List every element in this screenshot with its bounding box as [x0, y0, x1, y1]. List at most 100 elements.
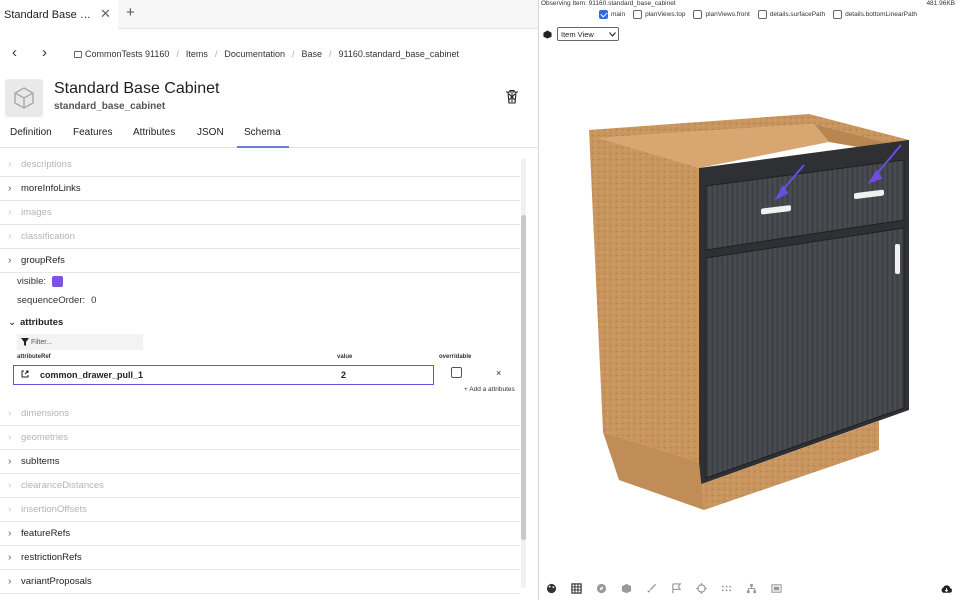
chevron-down-icon: [609, 31, 616, 37]
layer-toggle-details-bottomLinearPath[interactable]: details.bottomLinearPath: [833, 10, 917, 19]
target-icon[interactable]: [695, 582, 708, 595]
layer-checkbox[interactable]: [633, 10, 643, 19]
attribute-row[interactable]: common_drawer_pull_1 2: [13, 365, 434, 385]
tab-definition[interactable]: Definition: [10, 127, 52, 138]
visible-checkbox[interactable]: [52, 276, 64, 287]
panel-tabs: Definition Features Attributes JSON Sche…: [0, 124, 538, 148]
column-value: value: [337, 354, 353, 360]
layer-checkbox[interactable]: [833, 10, 843, 19]
navigation-bar: ‹ › CommonTests 91160 / Items / Document…: [0, 40, 538, 68]
delete-icon[interactable]: [504, 89, 520, 105]
attribute-ref-name: common_drawer_pull_1: [40, 370, 144, 380]
schema-row-moreInfoLinks[interactable]: › moreInfoLinks: [0, 177, 520, 201]
schema-row-label: groupRefs: [21, 255, 65, 266]
breadcrumb-separator: /: [214, 49, 218, 59]
item-title: Standard Base Cabinet: [54, 80, 220, 97]
breadcrumb-item-current[interactable]: 91160.standard_base_cabinet: [339, 49, 459, 59]
layer-checkbox[interactable]: [599, 10, 608, 19]
schema-row-classification[interactable]: › classification: [0, 225, 520, 249]
viewer-pane: Observing Item: 91160.standard_base_cabi…: [539, 0, 957, 600]
attribute-value[interactable]: 2: [341, 370, 346, 380]
scrollbar-thumb[interactable]: [521, 215, 526, 540]
schema-row-label: descriptions: [21, 159, 72, 170]
schema-row-label: subItems: [21, 456, 60, 467]
layer-toggle-main[interactable]: main: [599, 10, 625, 19]
schema-row-label: variantProposals: [21, 576, 92, 587]
cabinet-3d-view[interactable]: [579, 110, 919, 530]
sequence-order-value[interactable]: 0: [91, 295, 96, 306]
breadcrumb-item-items[interactable]: Items: [186, 49, 208, 59]
item-thumbnail: [5, 79, 43, 117]
chevron-right-icon: ›: [8, 480, 12, 491]
schema-row-featureRefs[interactable]: › featureRefs: [0, 522, 520, 546]
breadcrumb-item-project[interactable]: CommonTests 91160: [74, 49, 169, 59]
schema-row-attributes[interactable]: ⌄ attributes: [0, 312, 520, 332]
add-attribute-button[interactable]: + Add a attributes: [464, 386, 515, 393]
dots-grid-icon[interactable]: [720, 582, 733, 595]
palette-icon[interactable]: [545, 582, 558, 595]
compass-icon[interactable]: [595, 582, 608, 595]
schema-row-label: moreInfoLinks: [21, 183, 81, 194]
view-select[interactable]: Item View: [557, 27, 619, 41]
layer-checkbox[interactable]: [757, 10, 767, 19]
layer-label: planViews.top: [645, 11, 686, 18]
chevron-right-icon: ›: [8, 432, 12, 443]
schema-row-groupRefs[interactable]: › groupRefs: [0, 249, 520, 273]
new-tab-button[interactable]: +: [126, 4, 135, 21]
overridable-checkbox[interactable]: [451, 367, 462, 378]
document-tab-title: Standard Base C...: [4, 8, 92, 21]
chevron-right-icon: ›: [8, 528, 12, 539]
close-tab-icon[interactable]: ✕: [100, 6, 111, 22]
filter-placeholder: Filter...: [31, 338, 53, 346]
column-overridable: overridable: [439, 354, 472, 360]
view-controls: Item View: [543, 27, 619, 41]
schema-row-dimensions[interactable]: › dimensions: [0, 402, 520, 426]
schema-row-label: clearanceDistances: [21, 480, 104, 491]
door-pull: [895, 244, 900, 274]
image-icon[interactable]: [770, 582, 783, 595]
layer-toggle-planViews-top[interactable]: planViews.top: [633, 10, 685, 19]
breadcrumb-item-documentation[interactable]: Documentation: [224, 49, 285, 59]
forward-button[interactable]: ›: [42, 44, 47, 61]
schema-row-images[interactable]: › images: [0, 201, 520, 225]
tab-json[interactable]: JSON: [197, 127, 224, 138]
tab-schema[interactable]: Schema: [244, 127, 281, 138]
schema-row-variantProposals[interactable]: › variantProposals: [0, 570, 520, 594]
chevron-right-icon: ›: [8, 207, 12, 218]
schema-row-label: restrictionRefs: [21, 552, 82, 563]
layer-label: details.surfacePath: [769, 11, 826, 18]
item-id: standard_base_cabinet: [54, 101, 166, 112]
breadcrumb: CommonTests 91160 / Items / Documentatio…: [74, 49, 459, 59]
schema-row-insertionOffsets[interactable]: › insertionOffsets: [0, 498, 520, 522]
attribute-filter-input[interactable]: Filter...: [17, 334, 143, 350]
tab-features[interactable]: Features: [73, 127, 112, 138]
brush-icon[interactable]: [645, 582, 658, 595]
flag-icon[interactable]: [670, 582, 683, 595]
remove-attribute-button[interactable]: ×: [496, 368, 501, 378]
cloud-download-icon[interactable]: [940, 584, 953, 594]
chevron-right-icon: ›: [8, 255, 12, 266]
schema-row-descriptions[interactable]: › descriptions: [0, 153, 520, 177]
chevron-right-icon: ›: [8, 231, 12, 242]
layer-checkbox[interactable]: [693, 10, 703, 19]
hierarchy-icon[interactable]: [745, 582, 758, 595]
external-link-icon[interactable]: [21, 370, 29, 380]
schema-row-subItems[interactable]: › subItems: [0, 450, 520, 474]
breadcrumb-item-base[interactable]: Base: [301, 49, 322, 59]
schema-row-restrictionRefs[interactable]: › restrictionRefs: [0, 546, 520, 570]
back-button[interactable]: ‹: [12, 44, 17, 61]
tab-attributes[interactable]: Attributes: [133, 127, 175, 138]
editor-pane: Standard Base C... ✕ + ‹ › CommonTests 9…: [0, 0, 538, 600]
schema-row-clearanceDistances[interactable]: › clearanceDistances: [0, 474, 520, 498]
box-icon[interactable]: [620, 582, 633, 595]
schema-row-geometries[interactable]: › geometries: [0, 426, 520, 450]
chevron-right-icon: ›: [8, 159, 12, 170]
viewer-toolbar: [545, 582, 783, 595]
layer-toggle-details-surfacePath[interactable]: details.surfacePath: [757, 10, 826, 19]
breadcrumb-separator: /: [291, 49, 295, 59]
view-select-value: Item View: [561, 29, 594, 39]
filter-icon: [21, 338, 29, 346]
layer-toggle-planViews-front[interactable]: planViews.front: [693, 10, 750, 19]
visible-label: visible:: [17, 276, 47, 287]
grid-icon[interactable]: [570, 582, 583, 595]
